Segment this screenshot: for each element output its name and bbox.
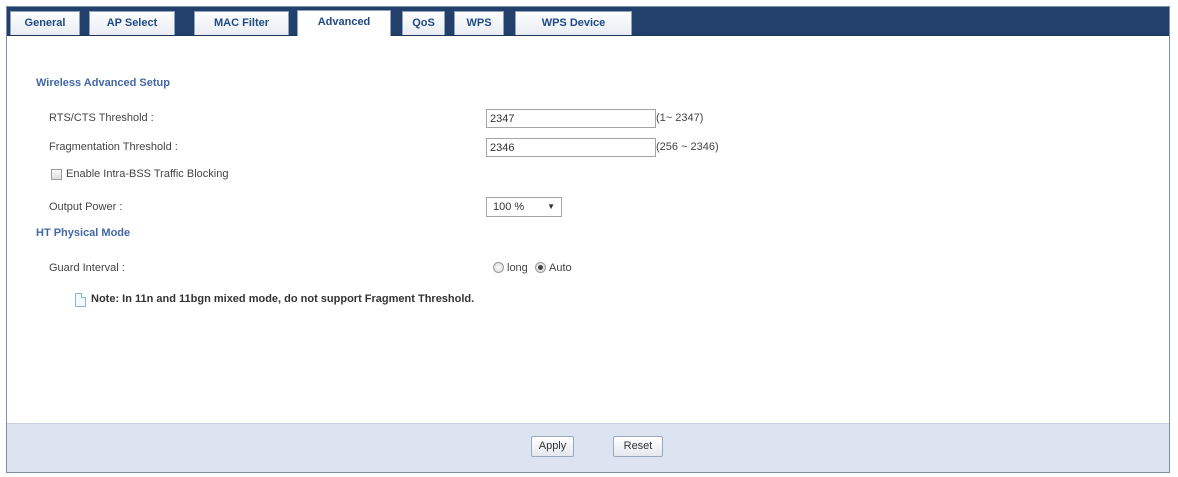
- reset-button[interactable]: Reset: [613, 436, 663, 457]
- tab-general[interactable]: General: [10, 11, 80, 35]
- tab-mac-filter[interactable]: MAC Filter: [194, 11, 289, 35]
- intra-bss-blocking-label: Enable Intra-BSS Traffic Blocking: [66, 168, 229, 180]
- action-footer: Apply Reset: [7, 423, 1169, 472]
- output-power-select[interactable]: 100 % ▼: [486, 197, 562, 217]
- fragmentation-threshold-input[interactable]: [486, 138, 656, 157]
- fragment-threshold-note: Note: In 11n and 11bgn mixed mode, do no…: [91, 293, 475, 305]
- rts-cts-threshold-input[interactable]: [486, 109, 656, 128]
- fragmentation-range: (256 ~ 2346): [656, 141, 719, 153]
- rts-cts-range: (1~ 2347): [656, 112, 704, 124]
- guard-interval-auto-label: Auto: [549, 262, 572, 274]
- ht-physical-mode-title: HT Physical Mode: [36, 227, 131, 239]
- output-power-label: Output Power :: [49, 201, 123, 213]
- fragmentation-threshold-label: Fragmentation Threshold :: [49, 141, 178, 153]
- wireless-advanced-setup-title: Wireless Advanced Setup: [36, 77, 170, 89]
- tab-advanced[interactable]: Advanced: [297, 10, 391, 36]
- tab-qos[interactable]: QoS: [402, 11, 445, 35]
- advanced-content: Wireless Advanced Setup RTS/CTS Threshol…: [7, 36, 1169, 424]
- note-icon: [75, 293, 86, 307]
- advanced-settings-panel: General AP Select MAC Filter Advanced Qo…: [6, 6, 1170, 473]
- guard-interval-label: Guard Interval :: [49, 262, 125, 274]
- guard-interval-long-label: long: [507, 262, 528, 274]
- chevron-down-icon: ▼: [547, 202, 555, 211]
- intra-bss-blocking-checkbox[interactable]: [51, 169, 62, 180]
- guard-interval-auto-radio[interactable]: [535, 262, 546, 273]
- tab-ap-select[interactable]: AP Select: [89, 11, 175, 35]
- rts-cts-threshold-label: RTS/CTS Threshold :: [49, 112, 154, 124]
- tab-wps-device[interactable]: WPS Device: [515, 11, 632, 35]
- tab-bar: General AP Select MAC Filter Advanced Qo…: [7, 7, 1169, 36]
- tab-wps[interactable]: WPS: [454, 11, 504, 35]
- apply-button[interactable]: Apply: [531, 436, 574, 457]
- output-power-value: 100 %: [493, 201, 525, 213]
- guard-interval-long-radio[interactable]: [493, 262, 504, 273]
